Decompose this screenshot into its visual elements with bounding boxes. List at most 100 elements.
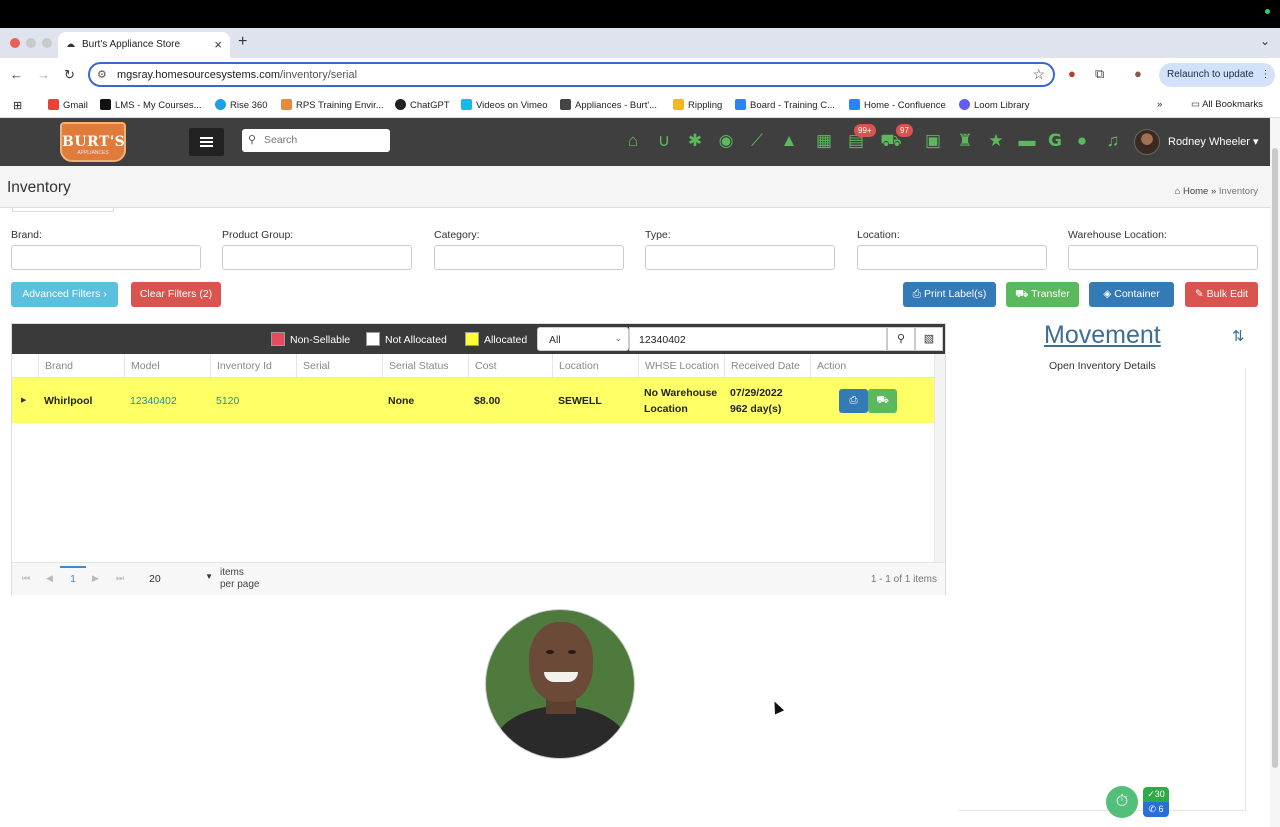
- bookmark-rise-360[interactable]: Rise 360: [215, 99, 268, 111]
- window-close-button[interactable]: [10, 38, 20, 48]
- grid-vertical-scrollbar[interactable]: [934, 354, 945, 562]
- calculator-icon[interactable]: ▦: [813, 130, 835, 152]
- column-header-inventory-id[interactable]: Inventory Id: [210, 354, 296, 378]
- prev-page-icon[interactable]: ◀: [46, 573, 53, 584]
- chat-icon[interactable]: ●: [1071, 130, 1093, 152]
- next-page-icon[interactable]: ▶: [92, 573, 99, 584]
- briefcase-icon[interactable]: ▣: [922, 130, 944, 152]
- column-header-received-date[interactable]: Received Date: [724, 354, 810, 378]
- extensions-puzzle-icon[interactable]: ⧉: [1095, 66, 1104, 82]
- graduation-cap-icon[interactable]: ▲: [778, 130, 800, 152]
- window-minimize-button[interactable]: [26, 38, 36, 48]
- current-page[interactable]: 1: [60, 566, 86, 592]
- tab-close-icon[interactable]: ×: [214, 37, 222, 52]
- column-header-whse-location[interactable]: WHSE Location: [638, 354, 724, 378]
- cell-model-link[interactable]: 12340402: [124, 378, 210, 423]
- more-bookmarks-icon[interactable]: »: [1157, 99, 1162, 110]
- apps-grid-icon[interactable]: ⊞: [13, 99, 22, 112]
- product-group-field[interactable]: [222, 245, 412, 270]
- brand-field[interactable]: [11, 245, 201, 270]
- cell-inventory-id-link[interactable]: 5120: [210, 378, 296, 423]
- container-button[interactable]: ◈ Container: [1089, 282, 1174, 307]
- advanced-filters-button[interactable]: Advanced Filters ›: [11, 282, 118, 307]
- users-icon[interactable]: ♜: [954, 130, 976, 152]
- profile-avatar-icon[interactable]: ●: [1134, 66, 1142, 81]
- row-print-button[interactable]: ⎙: [839, 389, 868, 413]
- transfer-button[interactable]: ⛟ Transfer: [1006, 282, 1079, 307]
- column-header-cost[interactable]: Cost: [468, 354, 552, 378]
- timer-widget-button[interactable]: ⏱: [1106, 786, 1138, 818]
- bookmark-chatgpt[interactable]: ChatGPT: [395, 99, 450, 111]
- bookmark-board-training[interactable]: Board - Training C...: [735, 99, 835, 111]
- tab-search-chevron-icon[interactable]: ⌄: [1260, 34, 1270, 48]
- magnet-icon[interactable]: ∪: [653, 130, 675, 152]
- bookmark-vimeo[interactable]: Videos on Vimeo: [461, 99, 547, 111]
- bell-icon[interactable]: ♫: [1102, 130, 1124, 152]
- page-size-select[interactable]: 20 ▼: [143, 567, 217, 591]
- bookmark-lms[interactable]: LMS - My Courses...: [100, 99, 202, 111]
- column-header-model[interactable]: Model: [124, 354, 210, 378]
- back-icon[interactable]: ←: [10, 67, 23, 82]
- clear-filters-button[interactable]: Clear Filters (2): [131, 282, 221, 307]
- bookmark-rippling[interactable]: Rippling: [673, 99, 722, 111]
- site-settings-icon[interactable]: ⚙: [97, 68, 107, 81]
- print-labels-button[interactable]: ⎙ Print Label(s): [903, 282, 996, 307]
- url-text[interactable]: mgsray.homesourcesystems.com/inventory/s…: [117, 69, 357, 81]
- window-maximize-button[interactable]: [42, 38, 52, 48]
- folder-icon[interactable]: ▬: [1016, 130, 1038, 152]
- type-field[interactable]: [645, 245, 835, 270]
- activity-count-widget[interactable]: ✓30 ✆ 6: [1143, 787, 1169, 817]
- movement-title[interactable]: Movement: [1044, 321, 1161, 350]
- bookmark-appliances-burts[interactable]: Appliances - Burt'...: [560, 99, 657, 111]
- row-transfer-button[interactable]: ⛟: [868, 389, 897, 413]
- forward-icon[interactable]: →: [37, 67, 50, 82]
- bookmark-confluence[interactable]: Home - Confluence: [849, 99, 946, 111]
- avatar[interactable]: [1134, 129, 1160, 155]
- column-header-brand[interactable]: Brand: [38, 354, 124, 378]
- column-header-location[interactable]: Location: [552, 354, 638, 378]
- app-search-box[interactable]: ⚲: [242, 129, 390, 152]
- location-field[interactable]: [857, 245, 1047, 270]
- grid-search-input[interactable]: 12340402: [629, 327, 887, 351]
- column-header-serial-status[interactable]: Serial Status: [382, 354, 468, 378]
- column-header-serial[interactable]: Serial: [296, 354, 382, 378]
- bookmark-loom[interactable]: Loom Library: [959, 99, 1029, 111]
- star-icon[interactable]: ★: [985, 130, 1007, 152]
- reload-icon[interactable]: ↻: [64, 67, 75, 83]
- user-menu[interactable]: Rodney Wheeler ▾: [1168, 135, 1259, 148]
- new-tab-icon[interactable]: +: [238, 33, 247, 51]
- app-search-input[interactable]: [264, 132, 384, 148]
- breadcrumb-home[interactable]: Home: [1183, 186, 1208, 197]
- export-excel-button[interactable]: ▧: [915, 327, 943, 351]
- all-bookmarks[interactable]: ▭ All Bookmarks: [1191, 99, 1263, 110]
- last-page-icon[interactable]: ⏭: [116, 573, 124, 584]
- browser-tab[interactable]: Burt's Appliance Store ×: [58, 32, 230, 58]
- gear-icon[interactable]: ✱: [684, 130, 706, 152]
- burts-logo[interactable]: BURT'S APPLIANCES: [60, 122, 126, 162]
- table-row[interactable]: ▶ Whirlpool 12340402 5120 None $8.00 SEW…: [12, 378, 934, 423]
- line-chart-icon[interactable]: ⟋: [746, 130, 768, 152]
- bookmark-gmail[interactable]: Gmail: [48, 99, 88, 111]
- status-select[interactable]: All ⌄: [537, 327, 629, 351]
- first-page-icon[interactable]: ⏮: [22, 573, 30, 584]
- sort-icon[interactable]: ⇅: [1232, 327, 1245, 345]
- grid-search-button[interactable]: ⚲: [887, 327, 915, 351]
- extension-icon[interactable]: ●: [1068, 66, 1076, 81]
- cell-cost: $8.00: [474, 394, 501, 407]
- page-scrollbar-thumb[interactable]: [1272, 148, 1278, 768]
- home-icon[interactable]: ⌂: [622, 130, 644, 152]
- category-field[interactable]: [434, 245, 624, 270]
- warehouse-location-field[interactable]: [1068, 245, 1258, 270]
- page-scrollbar[interactable]: [1270, 118, 1280, 827]
- map-pin-icon[interactable]: ◉: [715, 130, 737, 152]
- bookmark-rps-training[interactable]: RPS Training Envir...: [281, 99, 384, 111]
- menu-toggle-button[interactable]: [189, 128, 224, 156]
- address-bar[interactable]: ⚙ mgsray.homesourcesystems.com/inventory…: [88, 62, 1055, 87]
- google-icon[interactable]: G: [1044, 130, 1066, 152]
- expand-row-icon[interactable]: ▶: [21, 396, 26, 404]
- relaunch-button[interactable]: Relaunch to update ⋮: [1159, 63, 1275, 87]
- kebab-menu-icon[interactable]: ⋮: [1261, 69, 1271, 80]
- bookmark-star-icon[interactable]: ☆: [1032, 66, 1045, 83]
- chevron-right-icon: ›: [103, 288, 107, 300]
- bulk-edit-button[interactable]: ✎ Bulk Edit: [1185, 282, 1258, 307]
